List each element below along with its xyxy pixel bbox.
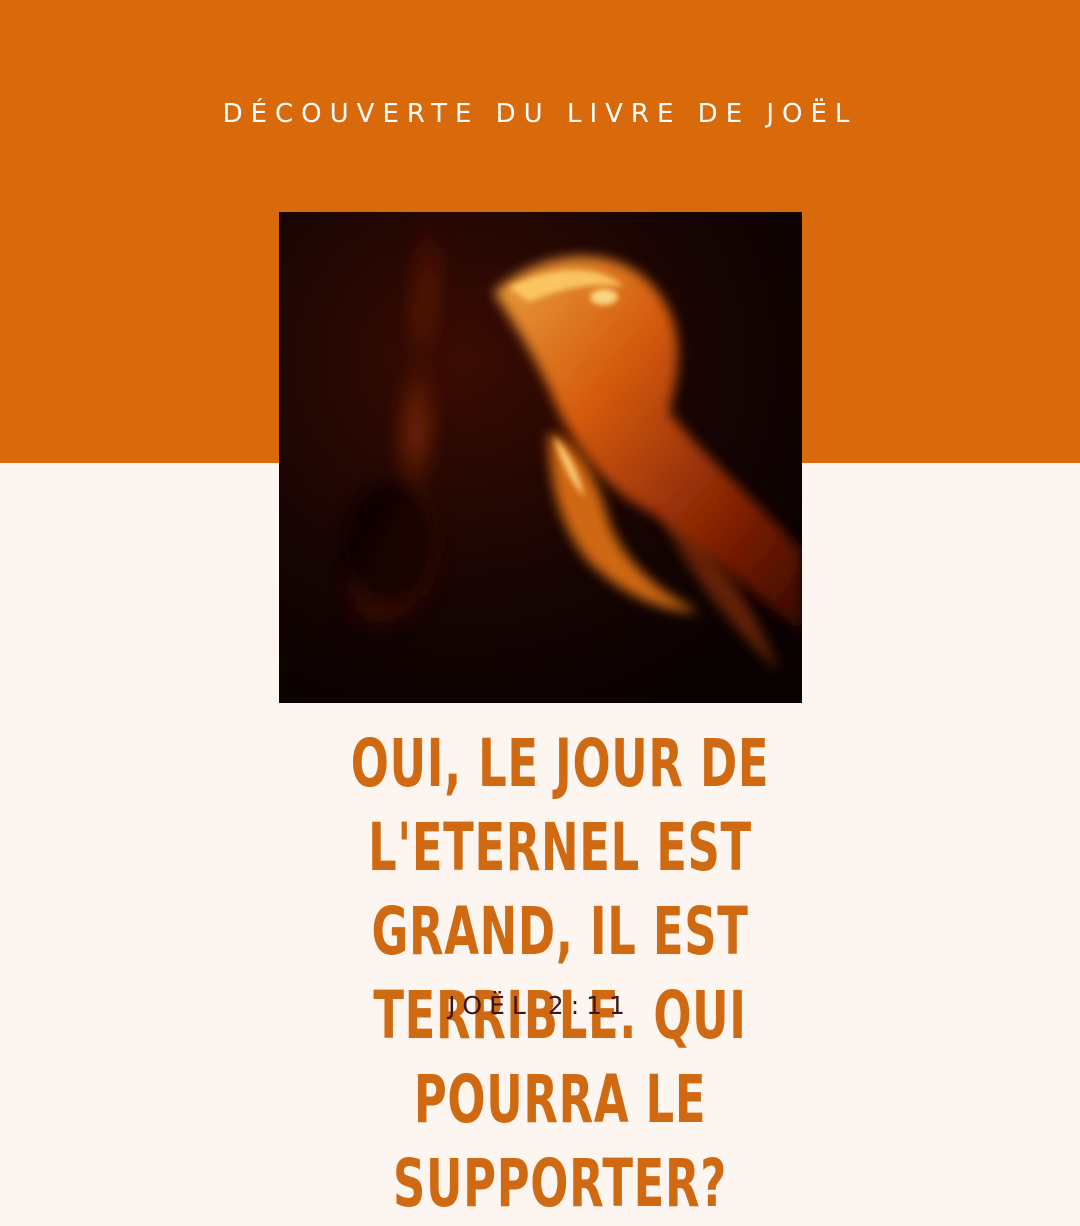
- verse-reference: JOËL 2:11: [448, 991, 632, 1020]
- flame-icon: [279, 212, 802, 703]
- verse-quote: OUI, LE JOUR DE L'ETERNEL EST GRAND, IL …: [350, 725, 770, 1222]
- flame-image: [279, 212, 802, 703]
- series-title: DÉCOUVERTE DU LIVRE DE JOËL: [222, 99, 858, 129]
